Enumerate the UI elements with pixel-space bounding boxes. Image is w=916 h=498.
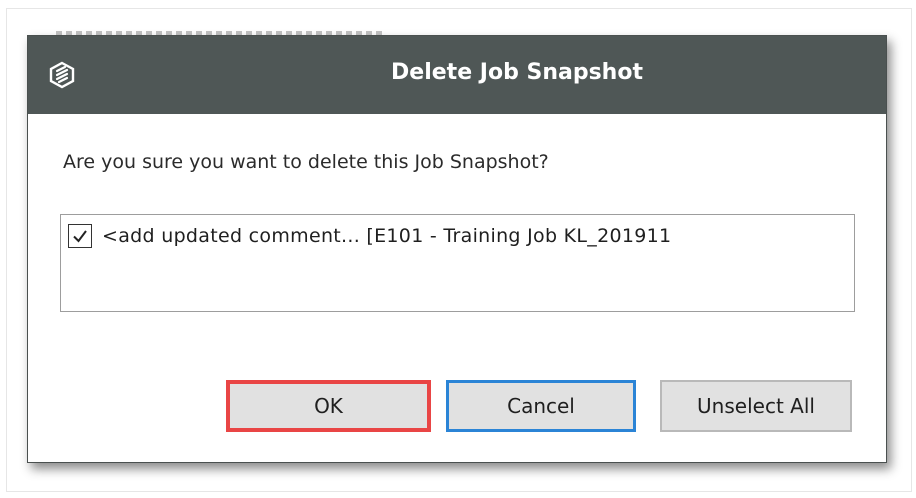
snapshot-checkbox[interactable] (68, 224, 92, 248)
checkmark-icon (73, 230, 87, 243)
snapshot-label: <add updated comment... [E101 - Training… (102, 225, 672, 247)
delete-job-snapshot-dialog: Delete Job Snapshot Are you sure you wan… (27, 35, 887, 463)
cancel-button[interactable]: Cancel (446, 380, 636, 432)
dialog-title: Delete Job Snapshot (391, 60, 643, 85)
unselect-all-button[interactable]: Unselect All (660, 380, 852, 432)
dialog-titlebar: Delete Job Snapshot (28, 36, 886, 114)
list-item[interactable]: <add updated comment... [E101 - Training… (68, 224, 671, 248)
ok-button-label: OK (314, 394, 343, 418)
confirmation-prompt: Are you sure you want to delete this Job… (63, 151, 549, 173)
snapshot-list[interactable]: <add updated comment... [E101 - Training… (60, 214, 855, 312)
cancel-button-label: Cancel (507, 394, 575, 418)
unselect-all-button-label: Unselect All (697, 394, 815, 418)
ok-button[interactable]: OK (226, 380, 431, 432)
